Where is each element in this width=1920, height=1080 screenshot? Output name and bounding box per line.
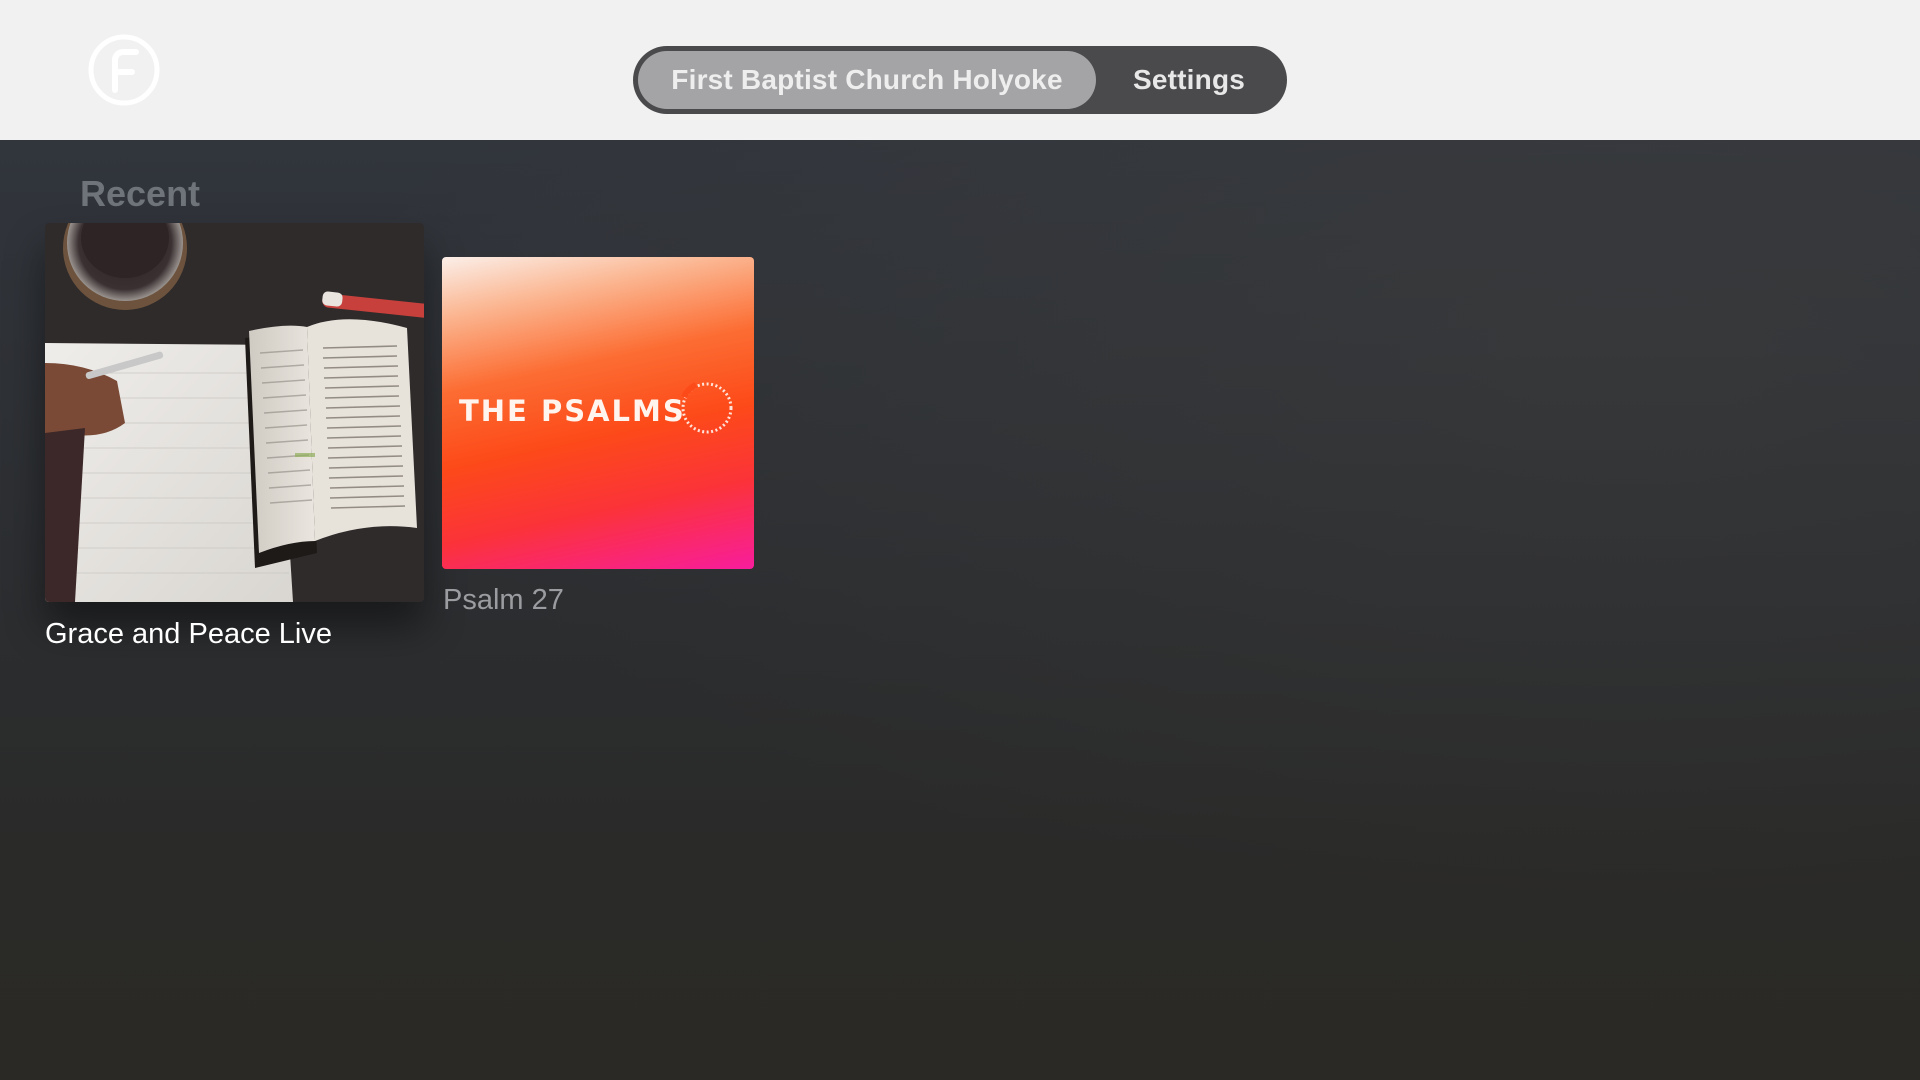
f-circle-logo-icon xyxy=(88,34,160,106)
main-content: Recent Grace and Peace Live THE PSALMS P… xyxy=(0,140,1920,1080)
tab-first-baptist-church-holyoke[interactable]: First Baptist Church Holyoke xyxy=(638,51,1096,109)
psalms-artwork-text: THE PSALMS xyxy=(459,394,686,428)
bible-notebook-photo xyxy=(45,223,424,602)
card-title: Psalm 27 xyxy=(443,584,564,616)
card-title: Grace and Peace Live xyxy=(45,618,332,650)
section-title-recent: Recent xyxy=(80,173,201,214)
circular-text-ring-icon xyxy=(681,382,733,434)
top-bar: First Baptist Church Holyoke Settings xyxy=(0,0,1920,140)
media-card-psalm-27[interactable]: THE PSALMS Psalm 27 xyxy=(442,257,754,616)
tab-settings[interactable]: Settings xyxy=(1096,51,1282,109)
the-psalms-artwork: THE PSALMS xyxy=(442,257,754,569)
media-card-grace-and-peace-live[interactable]: Grace and Peace Live xyxy=(45,223,424,650)
tab-bar: First Baptist Church Holyoke Settings xyxy=(633,46,1287,114)
